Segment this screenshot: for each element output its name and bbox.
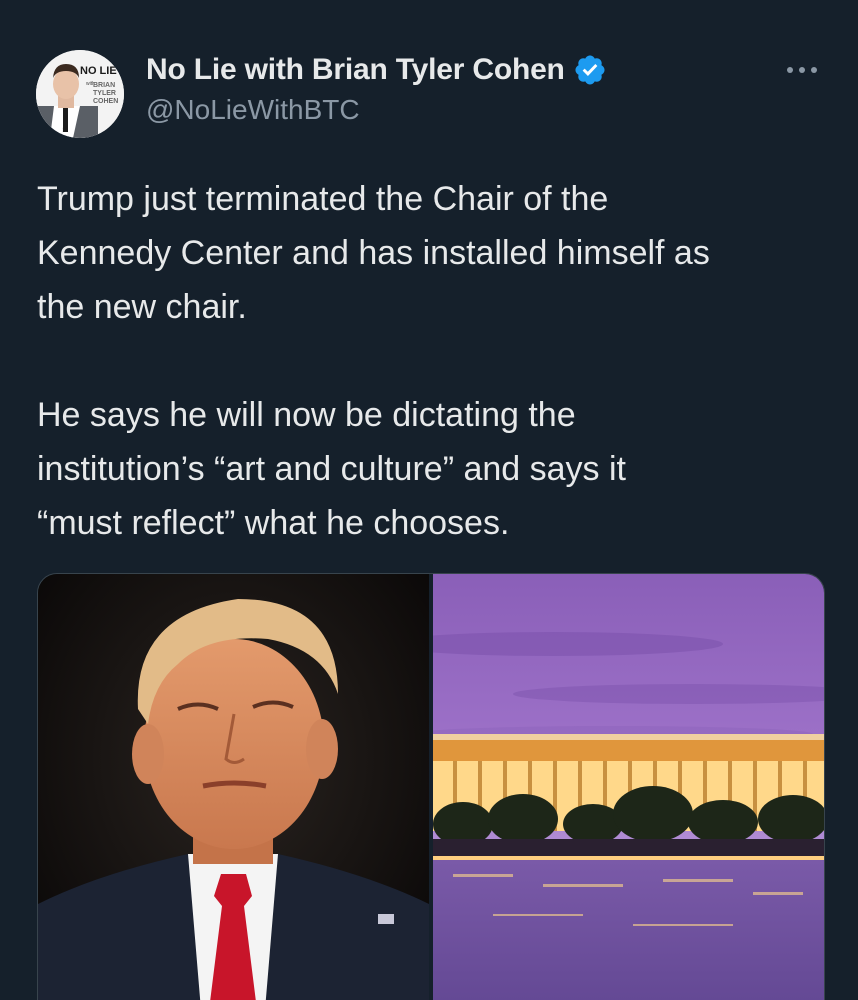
svg-text:BRIAN: BRIAN <box>93 82 115 89</box>
display-name[interactable]: No Lie with Brian Tyler Cohen <box>146 53 565 87</box>
tweet-text: Trump just terminated the Chair of the K… <box>37 180 710 542</box>
svg-text:NO LIE: NO LIE <box>80 65 117 77</box>
tweet-card: NO LIE with BRIAN TYLER COHEN No Lie wit… <box>0 0 858 1000</box>
avatar-image: NO LIE with BRIAN TYLER COHEN <box>36 50 124 138</box>
media-photo-kennedy-center[interactable] <box>433 574 824 1000</box>
media-photo-portrait[interactable] <box>38 574 429 1000</box>
author-info: No Lie with Brian Tyler Cohen @NoLieWith… <box>146 50 607 126</box>
display-name-row: No Lie with Brian Tyler Cohen <box>146 50 607 90</box>
svg-text:COHEN: COHEN <box>93 98 118 105</box>
more-options-icon[interactable] <box>782 58 822 82</box>
tweet-media <box>37 573 825 1000</box>
verified-badge-icon[interactable] <box>573 53 607 87</box>
svg-text:TYLER: TYLER <box>93 90 116 97</box>
author-handle[interactable]: @NoLieWithBTC <box>146 94 607 126</box>
author-avatar[interactable]: NO LIE with BRIAN TYLER COHEN <box>36 50 124 138</box>
